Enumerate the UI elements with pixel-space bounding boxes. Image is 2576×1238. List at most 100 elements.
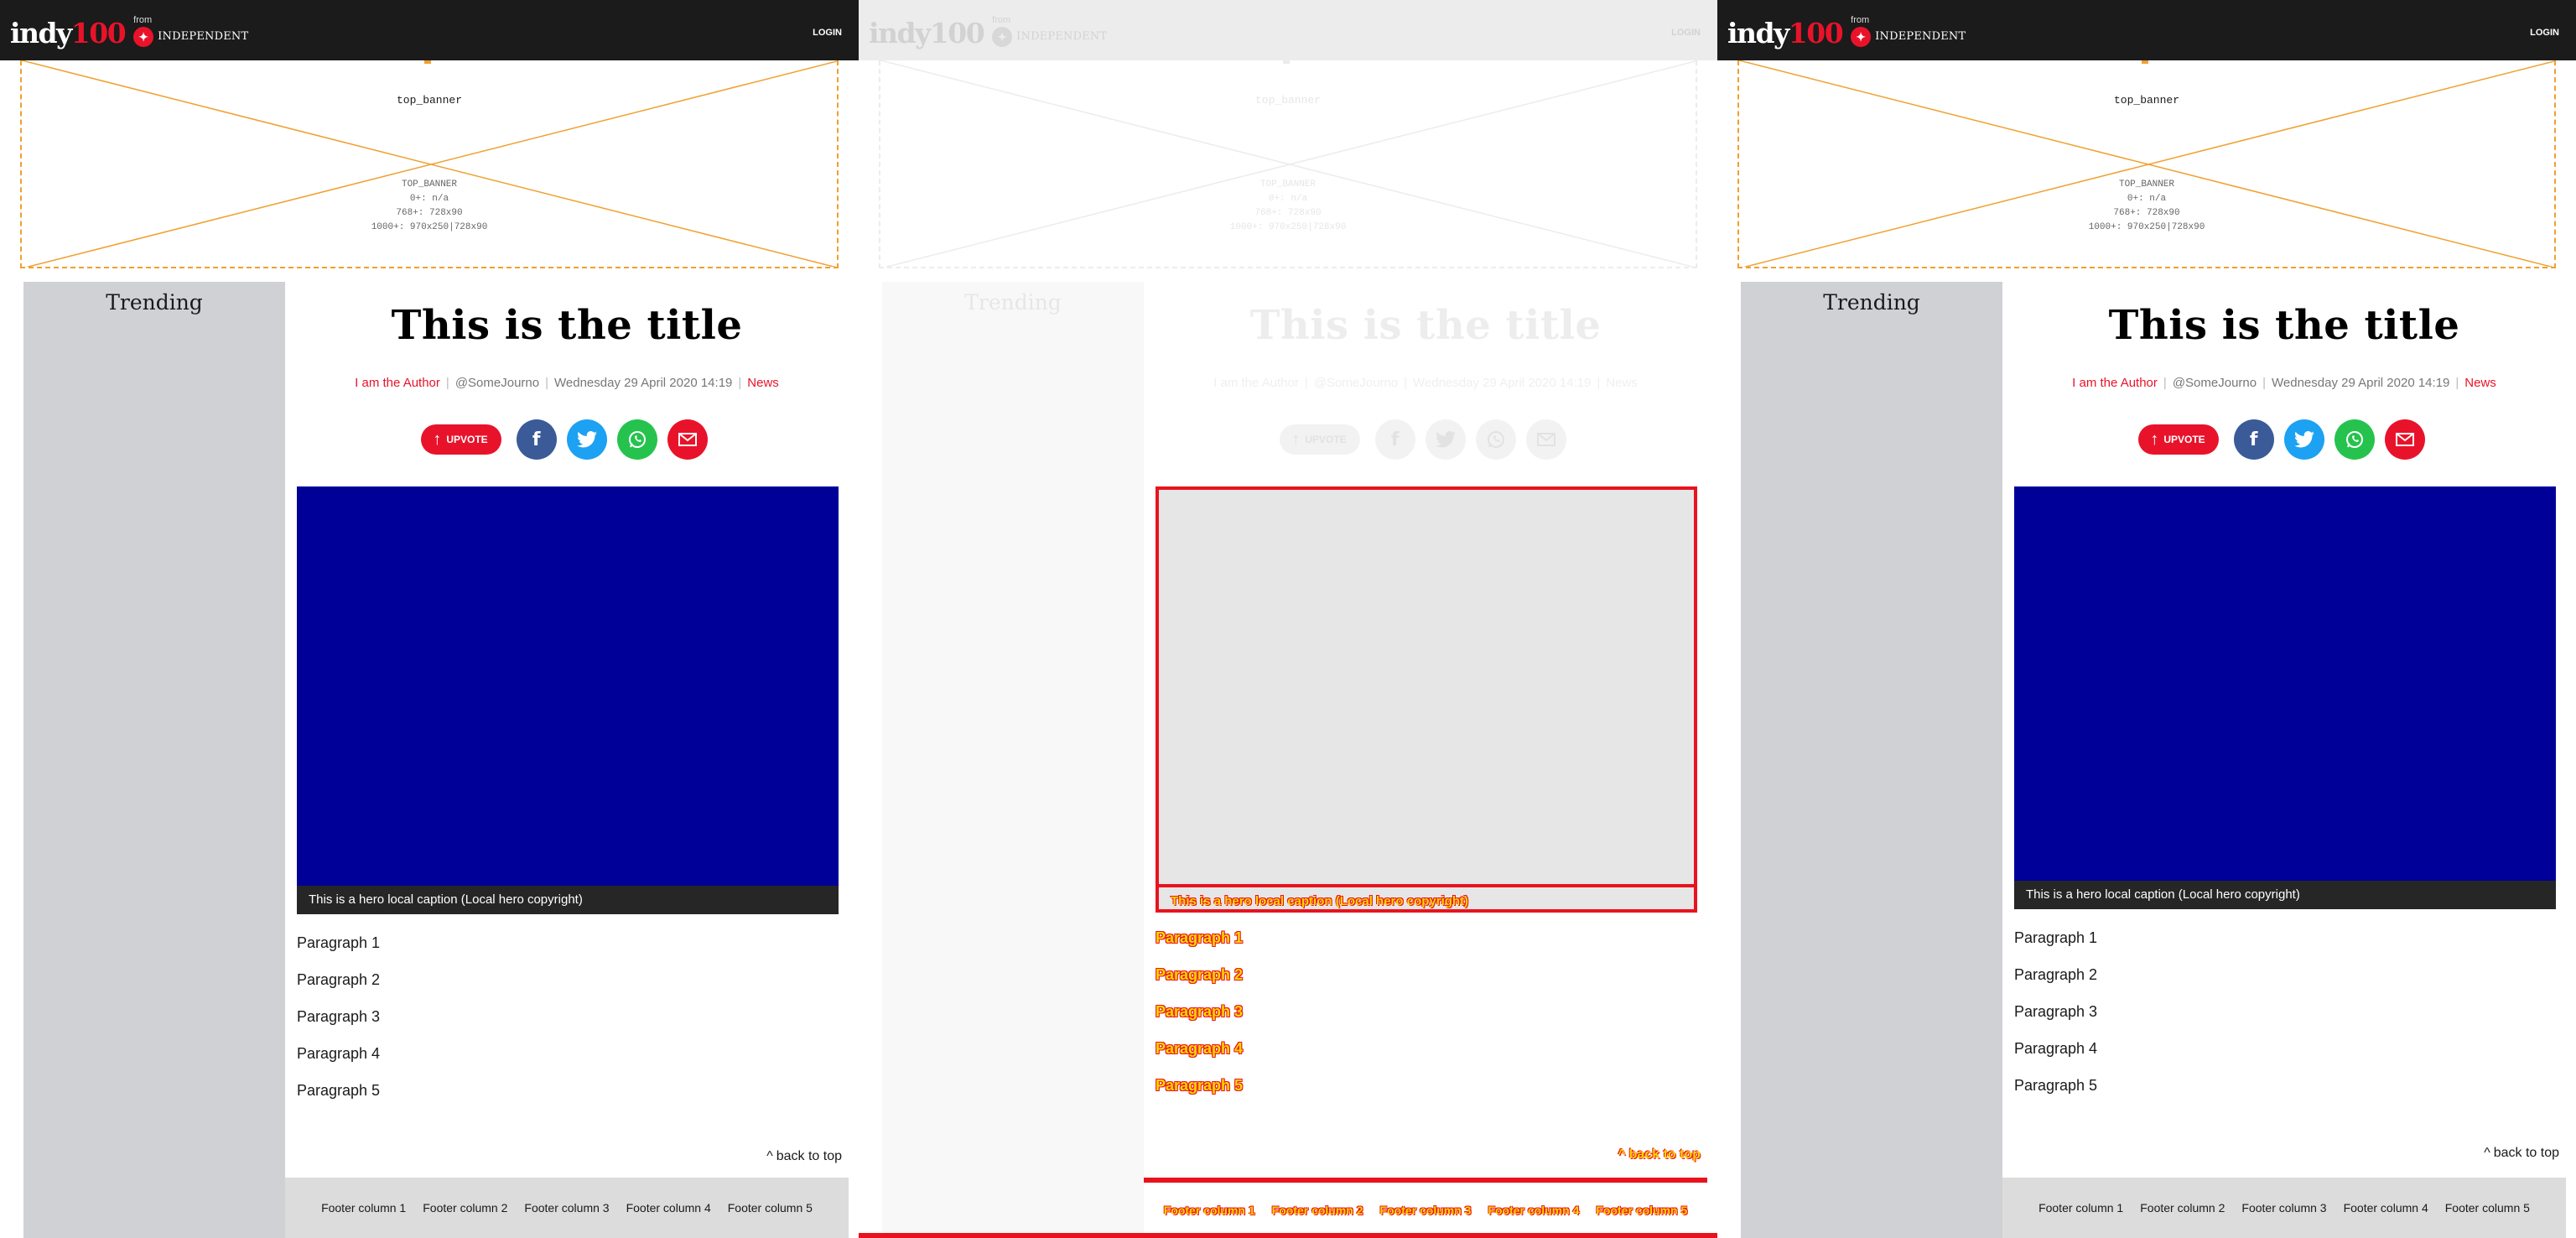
chevron-up-icon: ^	[1618, 1147, 1626, 1162]
banner-spec-line: 1000+: 970x250|728x90	[371, 222, 488, 232]
whatsapp-share-button[interactable]	[2334, 419, 2375, 460]
banner-spec-line: 0+: n/a	[409, 194, 449, 204]
upvote-button[interactable]: ↑ UPVOTE	[2138, 424, 2219, 455]
banner-spec-line: TOP_BANNER	[2118, 179, 2174, 190]
back-to-top-label: back to top	[2493, 1146, 2559, 1160]
publisher-name: INDEPENDENT	[158, 30, 249, 43]
footer-column[interactable]: Footer column 2	[423, 1201, 507, 1215]
back-to-top-link[interactable]: ^ back to top	[2484, 1146, 2559, 1161]
facebook-share-button[interactable]: f	[1374, 419, 1415, 460]
byline-separator: |	[738, 376, 742, 390]
brand[interactable]: indy100 from ✦ INDEPENDENT	[869, 15, 1109, 49]
footer-column[interactable]: Footer column 1	[321, 1201, 406, 1215]
footer-column[interactable]: Footer column 5	[2445, 1201, 2530, 1215]
email-share-button[interactable]	[667, 419, 708, 460]
banner-spec-line: 1000+: 970x250|728x90	[1229, 222, 1347, 232]
publisher-name: INDEPENDENT	[1016, 30, 1108, 43]
article-byline: I am the Author | @SomeJourno | Wednesday 29…	[2002, 376, 2566, 390]
section-link[interactable]: News	[1606, 376, 1638, 390]
back-to-top-link[interactable]: ^ back to top	[1618, 1147, 1701, 1163]
facebook-share-button[interactable]: f	[2233, 419, 2274, 460]
footer-column[interactable]: Footer column 5	[1596, 1204, 1687, 1217]
twitter-handle[interactable]: @SomeJourno	[1314, 376, 1398, 390]
arrow-up-icon: ↑	[433, 430, 442, 449]
twitter-share-button[interactable]	[566, 419, 607, 460]
from-label: from	[992, 15, 1011, 25]
twitter-icon	[576, 431, 597, 448]
footer-column[interactable]: Footer column 5	[728, 1201, 813, 1215]
article-paragraph: Paragraph 4	[297, 1045, 381, 1062]
footer-column[interactable]: Footer column 1	[2038, 1201, 2123, 1215]
byline-separator: |	[545, 376, 548, 390]
upvote-button[interactable]: ↑ UPVOTE	[1280, 424, 1360, 455]
trending-heading: Trending	[964, 290, 1062, 315]
hero-figure: This is a hero local caption (Local hero…	[1156, 486, 1697, 913]
footer-column[interactable]: Footer column 2	[2140, 1201, 2225, 1215]
chevron-up-icon: ^	[2484, 1146, 2490, 1160]
footer-column[interactable]: Footer column 3	[524, 1201, 609, 1215]
upvote-label: UPVOTE	[2163, 434, 2205, 445]
author-link[interactable]: I am the Author	[2072, 376, 2158, 390]
footer-column[interactable]: Footer column 4	[1488, 1204, 1579, 1217]
article-paragraph: Paragraph 1	[2014, 929, 2098, 946]
section-link[interactable]: News	[2464, 376, 2496, 390]
footer-column[interactable]: Footer column 4	[626, 1201, 711, 1215]
login-button[interactable]: LOGIN	[1671, 28, 1701, 38]
twitter-share-button[interactable]	[1425, 419, 1466, 460]
twitter-share-button[interactable]	[2283, 419, 2324, 460]
whatsapp-share-button[interactable]	[616, 419, 657, 460]
trending-sidebar: Trending	[882, 282, 1144, 1238]
twitter-handle[interactable]: @SomeJourno	[455, 376, 539, 390]
site-logo[interactable]: indy100	[869, 18, 985, 49]
back-to-top-link[interactable]: ^ back to top	[766, 1149, 842, 1164]
article-paragraph: Paragraph 2	[1156, 966, 1244, 983]
share-bar: ↑ UPVOTE f	[2002, 419, 2566, 460]
site-logo[interactable]: indy100	[1727, 18, 1844, 49]
banner-spec-line: 768+: 728x90	[1254, 208, 1322, 218]
article-paragraph: Paragraph 5	[297, 1082, 381, 1099]
article-body: Paragraph 1 Paragraph 2 Paragraph 3 Para…	[1156, 928, 1692, 1112]
footer-column[interactable]: Footer column 2	[1272, 1204, 1363, 1217]
site-footer: Footer column 1 Footer column 2 Footer c…	[285, 1178, 849, 1238]
byline-separator: |	[2163, 376, 2167, 390]
trending-sidebar: Trending	[23, 282, 285, 1238]
upvote-button[interactable]: ↑ UPVOTE	[421, 424, 501, 455]
byline-separator: |	[445, 376, 449, 390]
twitter-handle[interactable]: @SomeJourno	[2173, 376, 2257, 390]
author-link[interactable]: I am the Author	[1213, 376, 1299, 390]
facebook-icon: f	[1390, 429, 1400, 450]
from-label: from	[1851, 15, 1870, 25]
section-link[interactable]: News	[747, 376, 779, 390]
footer-column[interactable]: Footer column 1	[1164, 1204, 1255, 1217]
arrow-up-icon: ↑	[2150, 430, 2159, 449]
site-logo[interactable]: indy100	[10, 18, 127, 49]
article-paragraph: Paragraph 3	[2014, 1003, 2098, 1020]
login-button[interactable]: LOGIN	[813, 28, 842, 38]
brand[interactable]: indy100 from ✦ INDEPENDENT	[10, 15, 251, 49]
hero-image	[297, 486, 839, 886]
top-banner-ad-slot: top_banner TOP_BANNER 0+: n/a 768+: 728x…	[20, 60, 839, 268]
publisher-block: from ✦ INDEPENDENT	[992, 15, 1109, 49]
banner-spec-line: TOP_BANNER	[1259, 179, 1316, 190]
upvote-label: UPVOTE	[446, 434, 488, 445]
top-banner-ad-slot: top_banner TOP_BANNER 0+: n/a 768+: 728x…	[879, 60, 1697, 268]
login-button[interactable]: LOGIN	[2530, 28, 2559, 38]
trending-sidebar: Trending	[1741, 282, 2002, 1238]
facebook-share-button[interactable]: f	[516, 419, 557, 460]
footer-column[interactable]: Footer column 4	[2344, 1201, 2428, 1215]
email-share-button[interactable]	[2384, 419, 2425, 460]
facebook-icon: f	[2249, 429, 2258, 450]
article-body: Paragraph 1 Paragraph 2 Paragraph 3 Para…	[297, 933, 834, 1117]
trending-heading: Trending	[1823, 290, 1920, 315]
email-share-button[interactable]	[1525, 419, 1566, 460]
twitter-icon	[2293, 431, 2314, 448]
email-icon	[678, 433, 697, 446]
banner-slot-name: top_banner	[2113, 94, 2179, 107]
footer-column[interactable]: Footer column 3	[2241, 1201, 2326, 1215]
author-link[interactable]: I am the Author	[355, 376, 440, 390]
email-icon	[2395, 433, 2414, 446]
banner-spec-line: 0+: n/a	[2127, 194, 2167, 204]
whatsapp-share-button[interactable]	[1475, 419, 1516, 460]
brand[interactable]: indy100 from ✦ INDEPENDENT	[1727, 15, 1968, 49]
footer-column[interactable]: Footer column 3	[1380, 1204, 1472, 1217]
